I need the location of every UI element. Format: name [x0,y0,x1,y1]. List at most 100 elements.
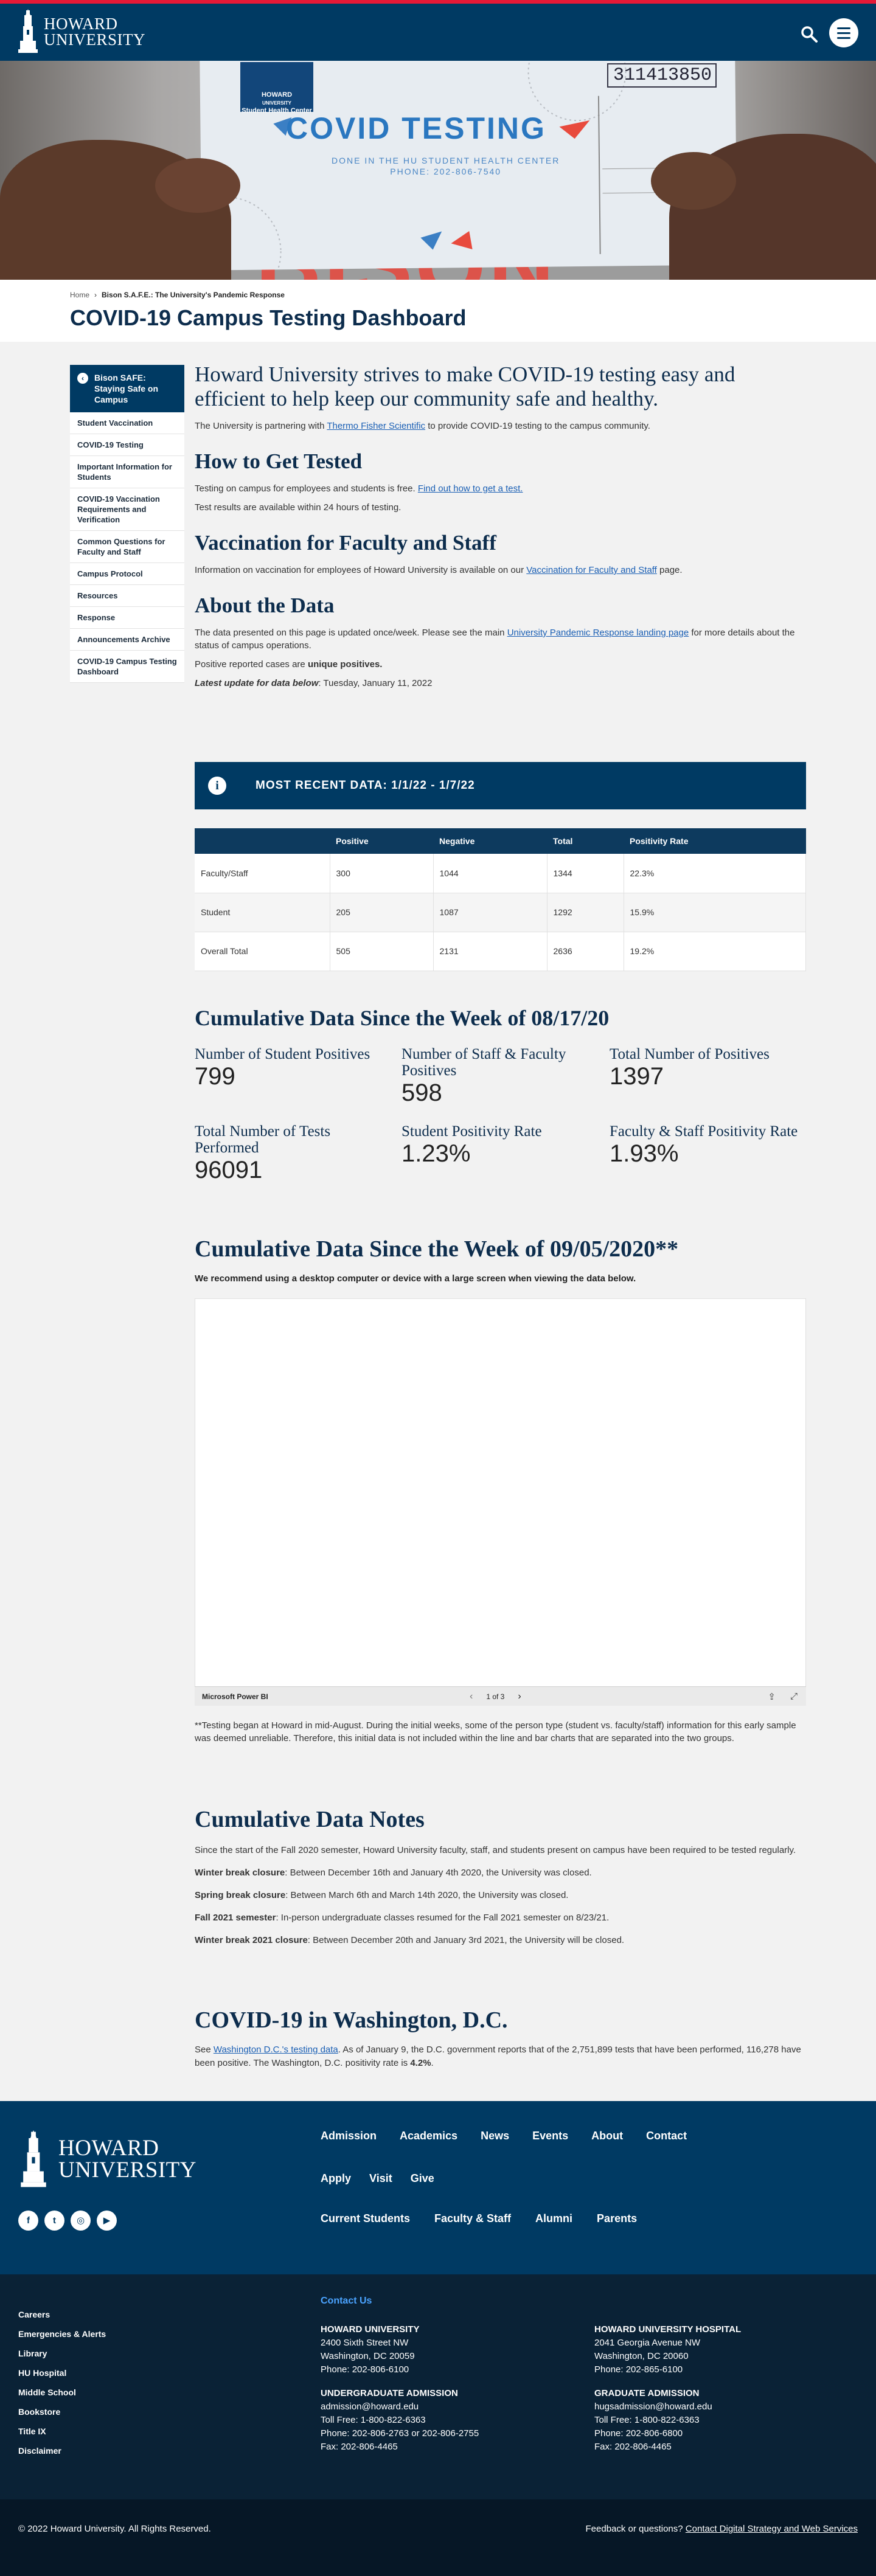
footer-link-faculty-staff[interactable]: Faculty & Staff [434,2212,511,2225]
instagram-icon[interactable]: ◎ [71,2211,91,2231]
social-links: f t ◎ ▶ [18,2211,117,2231]
logo-line-2: UNIVERSITY [44,30,145,49]
footer-link-parents[interactable]: Parents [597,2212,637,2225]
footer-link-hu-hospital[interactable]: HU Hospital [18,2363,106,2383]
menu-icon-bar [837,32,850,34]
about-text-pre: The data presented on this page is updat… [195,628,507,638]
footer-link-bookstore[interactable]: Bookstore [18,2402,106,2422]
address-graduate-admission: GRADUATE ADMISSION hugsadmission@howard.… [594,2387,712,2454]
power-bi-brand-link[interactable]: Microsoft Power BI [202,1692,268,1701]
youtube-icon[interactable]: ▶ [97,2211,117,2231]
power-bi-embed[interactable] [195,1298,806,1688]
previous-page-icon[interactable]: ‹ [470,1691,473,1702]
table-cell: 19.2% [624,932,806,971]
sidebar-item-student-vaccination[interactable]: Student Vaccination [70,412,184,434]
address-phone: Phone: 202-806-6800 [594,2428,683,2439]
note-text: : Between December 20th and January 3rd … [307,1935,625,1945]
footer-link-contact[interactable]: Contact [646,2130,687,2142]
footer-link-admission[interactable]: Admission [321,2130,377,2142]
search-button[interactable] [800,25,818,43]
fullscreen-icon[interactable]: ⤢ [790,1691,798,1702]
find-out-test-link[interactable]: Find out how to get a test. [418,483,523,494]
sidebar-item-important-info[interactable]: Important Information for Students [70,456,184,488]
footer-link-events[interactable]: Events [532,2130,568,2142]
menu-button[interactable] [829,18,858,47]
contact-us-heading[interactable]: Contact Us [321,2296,372,2307]
footer-logo-line-1: HOWARD [58,2136,159,2161]
note-text: : Between December 16th and January 4th … [285,1868,592,1878]
footer-logo-line-2: UNIVERSITY [58,2158,196,2183]
stat-total-tests: Total Number of Tests Performed 96091 [195,1123,395,1184]
table-header-row: Positive Negative Total Positivity Rate [195,828,806,854]
sidebar-item-vaccination-requirements[interactable]: COVID-19 Vaccination Requirements and Ve… [70,488,184,531]
address-hospital: HOWARD UNIVERSITY HOSPITAL 2041 Georgia … [594,2323,741,2377]
contact-digital-strategy-link[interactable]: Contact Digital Strategy and Web Service… [686,2524,858,2534]
sidebar-item-campus-protocol[interactable]: Campus Protocol [70,563,184,585]
thermo-fisher-link[interactable]: Thermo Fisher Scientific [327,421,425,431]
latest-update-date: : Tuesday, January 11, 2022 [318,678,433,688]
stat-faculty-staff-positivity: Faculty & Staff Positivity Rate 1.93% [610,1123,810,1168]
table-header-cell: Total [547,828,624,854]
site-header: HOWARD UNIVERSITY [0,4,876,61]
card-title: COVID TESTING [286,111,546,145]
sidebar-item-common-questions[interactable]: Common Questions for Faculty and Staff [70,531,184,563]
table-cell: 1292 [547,893,624,932]
sidebar-item-covid-testing[interactable]: COVID-19 Testing [70,434,184,456]
footer-link-middle-school[interactable]: Middle School [18,2383,106,2402]
breadcrumb-home[interactable]: Home [70,291,89,299]
notes-intro: Since the start of the Fall 2020 semeste… [195,1845,796,1855]
sidebar-item-resources[interactable]: Resources [70,585,184,607]
recent-data-banner-text: MOST RECENT DATA: 1/1/22 - 1/7/22 [255,779,475,792]
about-data-paragraph: The data presented on this page is updat… [195,626,806,652]
note-item: Winter break 2021 closure: Between Decem… [195,1934,806,1947]
sidebar-parent-link[interactable]: ‹ Bison SAFE: Staying Safe on Campus [70,365,184,412]
sidebar-item-announcements-archive[interactable]: Announcements Archive [70,629,184,651]
footer-link-current-students[interactable]: Current Students [321,2212,410,2225]
stat-value: 96091 [195,1157,263,1183]
footer-link-news[interactable]: News [481,2130,509,2142]
footer-link-library[interactable]: Library [18,2344,106,2363]
table-cell: 1344 [547,854,624,893]
footer-link-apply[interactable]: Apply [321,2172,351,2185]
address-howard-university: HOWARD UNIVERSITY 2400 Sixth Street NW W… [321,2323,420,2377]
address-fax: Fax: 202-806-4465 [594,2442,672,2452]
howard-logo[interactable]: HOWARD UNIVERSITY [18,6,145,57]
back-arrow-icon: ‹ [77,373,88,384]
address-undergraduate-admission: UNDERGRADUATE ADMISSION admission@howard… [321,2387,479,2454]
twitter-icon[interactable]: t [44,2211,64,2231]
footer-link-alumni[interactable]: Alumni [535,2212,572,2225]
facebook-icon[interactable]: f [18,2211,38,2231]
footer-logo[interactable]: HOWARD UNIVERSITY [18,2130,196,2189]
footer-link-disclaimer[interactable]: Disclaimer [18,2441,106,2460]
footer-link-about[interactable]: About [591,2130,623,2142]
bell-tower-icon [18,9,38,53]
footer-link-give[interactable]: Give [411,2172,434,2185]
footer-link-academics[interactable]: Academics [400,2130,457,2142]
breadcrumb-current[interactable]: Bison S.A.F.E.: The University's Pandemi… [102,291,285,299]
table-row: Student 205 1087 1292 15.9% [195,893,806,932]
note-label: Winter break 2021 closure [195,1935,308,1945]
address-line: Washington, DC 20060 [594,2351,689,2361]
footer-link-title-ix[interactable]: Title IX [18,2422,106,2441]
pandemic-response-link[interactable]: University Pandemic Response landing pag… [507,628,689,638]
note-item: Spring break closure: Between March 6th … [195,1889,806,1902]
dc-testing-data-link[interactable]: Washington D.C.'s testing data [214,2045,338,2055]
footer-nav-secondary: Apply Visit Give [321,2172,434,2185]
sidebar-item-testing-dashboard[interactable]: COVID-19 Campus Testing Dashboard [70,651,184,683]
share-icon[interactable]: ⇪ [768,1691,776,1702]
next-page-icon[interactable]: › [518,1691,521,1702]
address-email[interactable]: admission@howard.edu [321,2400,479,2414]
sidebar-item-response[interactable]: Response [70,607,184,629]
footer-link-visit[interactable]: Visit [369,2172,392,2185]
address-email[interactable]: hugsadmission@howard.edu [594,2400,712,2414]
footer-link-emergencies[interactable]: Emergencies & Alerts [18,2324,106,2344]
footer-link-careers[interactable]: Careers [18,2305,106,2324]
card-sub-line-1: DONE IN THE HU STUDENT HEALTH CENTER [332,156,560,165]
table-cell: 15.9% [624,893,806,932]
right-thumb [651,152,736,210]
vaccination-link[interactable]: Vaccination for Faculty and Staff [526,565,657,575]
partner-paragraph: The University is partnering with Thermo… [195,420,806,432]
logo-wordmark: HOWARD UNIVERSITY [44,16,145,49]
address-name: GRADUATE ADMISSION [594,2388,700,2398]
stat-label: Total Number of Tests Performed [195,1123,331,1156]
